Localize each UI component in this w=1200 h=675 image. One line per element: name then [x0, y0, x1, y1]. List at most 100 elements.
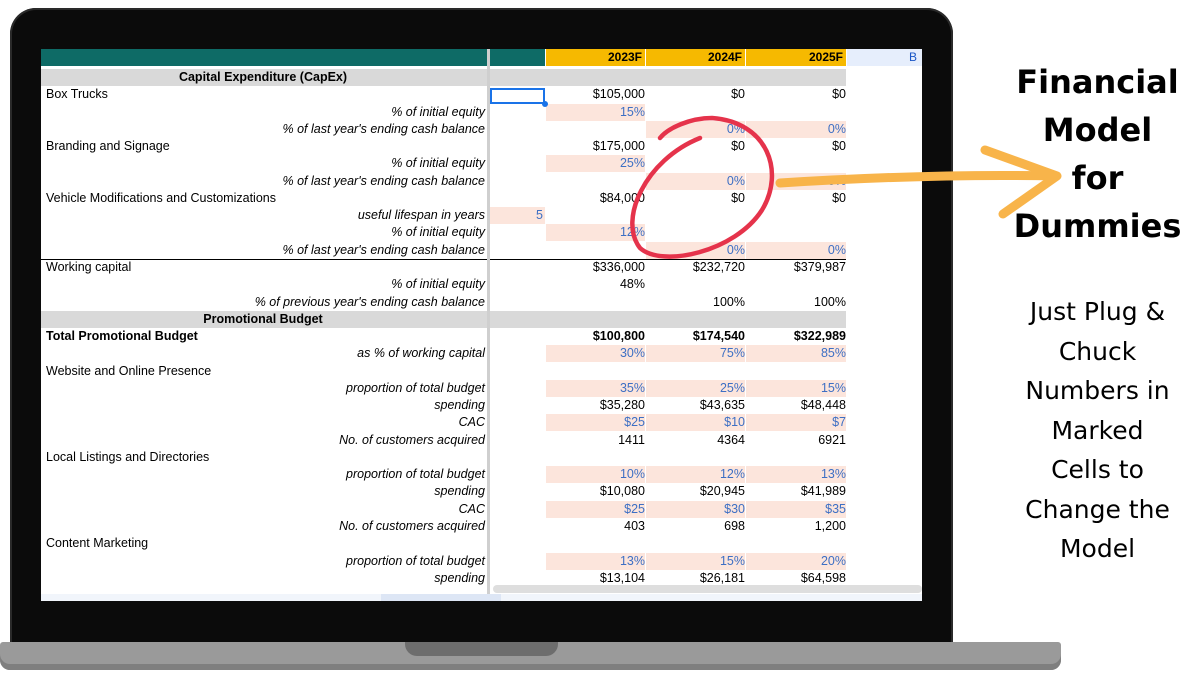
- value-cell[interactable]: 100%: [746, 294, 846, 311]
- row-label[interactable]: % of last year's ending cash balance: [41, 173, 485, 190]
- value-cell[interactable]: $0: [646, 138, 745, 155]
- section-header[interactable]: Capital Expenditure (CapEx): [41, 69, 846, 86]
- input-cell[interactable]: 85%: [746, 345, 846, 363]
- input-cell[interactable]: $25: [546, 500, 645, 518]
- row-label[interactable]: proportion of total budget: [41, 380, 485, 397]
- value-cell[interactable]: 48%: [546, 276, 645, 293]
- value-cell[interactable]: $232,720: [646, 259, 745, 276]
- row-label[interactable]: CAC: [41, 501, 485, 518]
- row-label[interactable]: % of last year's ending cash balance: [41, 121, 485, 138]
- input-cell[interactable]: 12%: [646, 466, 745, 484]
- row-label[interactable]: Working capital: [46, 259, 486, 276]
- driver-row: % of initial equity 25%: [41, 155, 922, 173]
- row-label[interactable]: proportion of total budget: [41, 553, 485, 570]
- row-label[interactable]: % of last year's ending cash balance: [41, 242, 485, 259]
- value-cell[interactable]: $10,080: [546, 483, 645, 500]
- input-cell[interactable]: 75%: [646, 345, 745, 363]
- row-label[interactable]: Box Trucks: [46, 86, 486, 103]
- input-cell[interactable]: $7: [746, 414, 846, 432]
- year-header-2024[interactable]: 2024F: [646, 49, 745, 66]
- value-cell[interactable]: $0: [746, 138, 846, 155]
- value-cell[interactable]: 403: [546, 518, 645, 535]
- row-label[interactable]: % of initial equity: [41, 224, 485, 241]
- input-cell[interactable]: 13%: [746, 466, 846, 484]
- value-cell[interactable]: $0: [746, 190, 846, 207]
- value-cell[interactable]: $100,800: [546, 328, 645, 345]
- input-cell[interactable]: 0%: [746, 120, 846, 138]
- row-label[interactable]: Total Promotional Budget: [46, 328, 486, 345]
- input-cell[interactable]: $35: [746, 500, 846, 518]
- fill-handle[interactable]: [542, 101, 548, 107]
- input-cell[interactable]: 5: [490, 207, 545, 225]
- value-cell[interactable]: 1411: [546, 432, 645, 449]
- value-cell[interactable]: $20,945: [646, 483, 745, 500]
- value-cell[interactable]: $336,000: [546, 259, 645, 276]
- input-cell[interactable]: 15%: [746, 379, 846, 397]
- horizontal-scrollbar[interactable]: [493, 585, 922, 593]
- input-cell[interactable]: 35%: [546, 379, 645, 397]
- row-label[interactable]: useful lifespan in years: [41, 207, 485, 224]
- value-cell[interactable]: 698: [646, 518, 745, 535]
- value-cell[interactable]: 100%: [646, 294, 745, 311]
- input-cell[interactable]: 0%: [746, 172, 846, 190]
- input-cell[interactable]: 12%: [546, 224, 645, 242]
- row-label[interactable]: Website and Online Presence: [46, 363, 486, 380]
- row-label[interactable]: spending: [41, 570, 485, 587]
- value-cell[interactable]: $43,635: [646, 397, 745, 414]
- row-label[interactable]: No. of customers acquired: [41, 518, 485, 535]
- row-label[interactable]: spending: [41, 397, 485, 414]
- frozen-column-divider[interactable]: [487, 49, 490, 601]
- row-label[interactable]: spending: [41, 483, 485, 500]
- row-label[interactable]: Vehicle Modifications and Customizations: [46, 190, 486, 207]
- value-cell[interactable]: $84,000: [546, 190, 645, 207]
- row-label[interactable]: % of initial equity: [41, 104, 485, 121]
- input-cell[interactable]: 25%: [546, 155, 645, 173]
- driver-row: % of previous year's ending cash balance…: [41, 294, 922, 311]
- input-cell[interactable]: 15%: [646, 552, 745, 570]
- sheet-tab-indicator[interactable]: [381, 594, 501, 601]
- input-cell[interactable]: 25%: [646, 379, 745, 397]
- row-label[interactable]: Content Marketing: [46, 535, 486, 552]
- value-cell[interactable]: $175,000: [546, 138, 645, 155]
- input-cell[interactable]: $30: [646, 500, 745, 518]
- value-cell[interactable]: $0: [646, 86, 745, 103]
- row-label[interactable]: proportion of total budget: [41, 466, 485, 483]
- value-cell[interactable]: $322,989: [746, 328, 846, 345]
- row-label[interactable]: No. of customers acquired: [41, 432, 485, 449]
- header-link-cell[interactable]: B: [847, 49, 922, 66]
- value-cell[interactable]: $35,280: [546, 397, 645, 414]
- input-cell[interactable]: 15%: [546, 103, 645, 121]
- value-cell[interactable]: $0: [646, 190, 745, 207]
- input-cell[interactable]: 0%: [646, 172, 745, 190]
- row-label[interactable]: as % of working capital: [41, 345, 485, 362]
- value-cell[interactable]: $174,540: [646, 328, 745, 345]
- year-header-2023[interactable]: 2023F: [546, 49, 645, 66]
- row-label[interactable]: % of initial equity: [41, 276, 485, 293]
- input-cell[interactable]: 20%: [746, 552, 846, 570]
- value-cell[interactable]: 1,200: [746, 518, 846, 535]
- row-label[interactable]: % of initial equity: [41, 155, 485, 172]
- input-cell[interactable]: 0%: [646, 120, 745, 138]
- value-cell[interactable]: 4364: [646, 432, 745, 449]
- row-label[interactable]: Branding and Signage: [46, 138, 486, 155]
- header-link[interactable]: B: [909, 49, 917, 66]
- value-cell[interactable]: $0: [746, 86, 846, 103]
- value-cell[interactable]: $379,987: [746, 259, 846, 276]
- input-cell[interactable]: $10: [646, 414, 745, 432]
- value-cell[interactable]: $48,448: [746, 397, 846, 414]
- value-cell[interactable]: $105,000: [546, 86, 645, 103]
- input-cell[interactable]: $25: [546, 414, 645, 432]
- year-header-2025[interactable]: 2025F: [746, 49, 846, 66]
- input-cell[interactable]: 13%: [546, 552, 645, 570]
- row-label[interactable]: Local Listings and Directories: [46, 449, 486, 466]
- value-cell[interactable]: $41,989: [746, 483, 846, 500]
- input-cell[interactable]: 30%: [546, 345, 645, 363]
- input-cell[interactable]: 0%: [746, 241, 846, 259]
- section-header[interactable]: Promotional Budget: [41, 310, 846, 328]
- input-cell[interactable]: 10%: [546, 466, 645, 484]
- value-cell[interactable]: 6921: [746, 432, 846, 449]
- row-label[interactable]: CAC: [41, 414, 485, 431]
- selected-cell-outline[interactable]: [490, 88, 545, 104]
- input-cell[interactable]: 0%: [646, 241, 745, 259]
- row-label[interactable]: % of previous year's ending cash balance: [41, 294, 485, 311]
